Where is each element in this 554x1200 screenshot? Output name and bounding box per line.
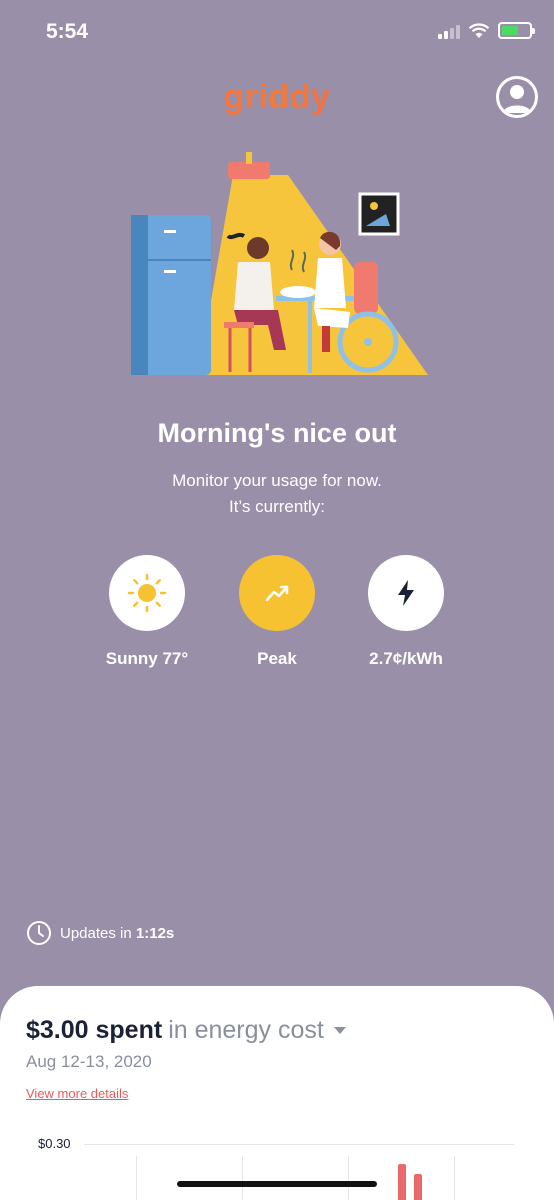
chart-vgrid (242, 1156, 243, 1200)
weather-circle (109, 555, 185, 631)
cellular-signal-icon (438, 23, 460, 39)
updates-countdown: 1:12s (135, 924, 175, 942)
update-countdown: Updates in 1:12s (26, 920, 174, 946)
clock-icon (27, 921, 51, 945)
chart-vgrid (136, 1156, 137, 1200)
weather-stat[interactable]: Sunny 77° (72, 555, 222, 669)
greeting-subtext: Monitor your usage for now. It’s current… (0, 468, 554, 520)
user-avatar-icon (503, 85, 531, 113)
view-details-link[interactable]: View more details (26, 1086, 128, 1101)
price-stat[interactable]: 2.7¢/kWh (331, 555, 481, 669)
chart-gridline (84, 1144, 514, 1145)
profile-button[interactable] (496, 76, 538, 118)
greeting-headline: Morning's nice out (157, 418, 397, 448)
chart-vgrid (454, 1156, 455, 1200)
chevron-down-icon (333, 1027, 346, 1034)
battery-icon (498, 22, 535, 39)
cost-card: $3.00 spent in energy cost Aug 12-13, 20… (0, 986, 554, 1200)
chart-y-tick: $0.30 (38, 1136, 71, 1151)
chart-vgrid (348, 1156, 349, 1200)
status-icons (438, 22, 535, 39)
sun-icon (127, 573, 167, 613)
price-circle (368, 555, 444, 631)
status-time: 5:54 (46, 20, 89, 43)
chart-bar (398, 1164, 406, 1200)
price-label: 2.7¢/kWh (369, 649, 443, 668)
subtext-line-1: Monitor your usage for now. (172, 471, 382, 490)
peak-circle (239, 555, 315, 631)
wifi-icon (468, 22, 490, 38)
trending-up-icon (265, 585, 289, 602)
chart-bar (414, 1174, 422, 1200)
status-bar: 5:54 (0, 0, 554, 66)
updates-prefix: Updates in (60, 924, 136, 942)
weather-label: Sunny 77° (105, 649, 189, 668)
kitchen-illustration (131, 152, 428, 375)
app-logo: griddy (0, 78, 554, 117)
home-indicator (177, 1181, 377, 1187)
lightning-bolt-icon (398, 580, 414, 606)
cost-selector[interactable]: $3.00 spent in energy cost (26, 1016, 346, 1045)
cost-amount: $3.00 spent (26, 1016, 163, 1044)
date-range: Aug 12-13, 2020 (26, 1052, 152, 1071)
cost-suffix: in energy cost (168, 1016, 324, 1044)
subtext-line-2: It’s currently: (228, 497, 326, 516)
peak-label: Peak (257, 649, 297, 668)
peak-stat[interactable]: Peak (202, 555, 352, 669)
